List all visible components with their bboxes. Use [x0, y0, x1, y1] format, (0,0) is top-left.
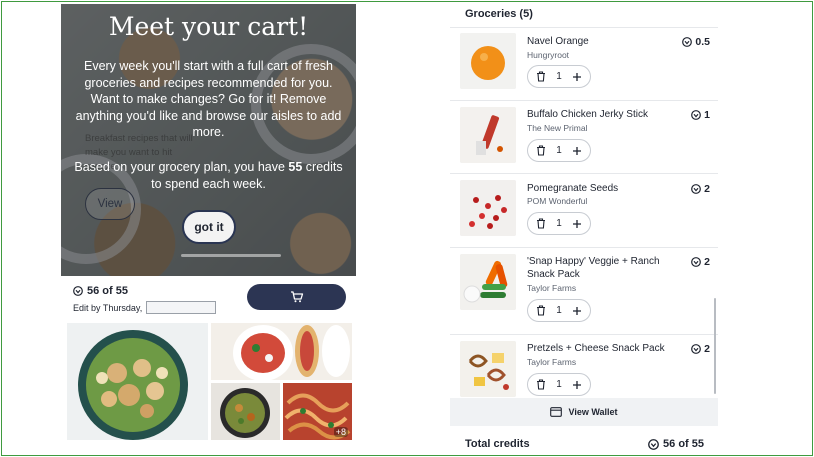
item-thumbnail[interactable]	[460, 107, 516, 163]
groceries-header: Groceries (5)	[465, 8, 533, 20]
divider	[450, 27, 718, 28]
item-credits: 1	[691, 109, 710, 121]
item-credits: 2	[691, 183, 710, 195]
divider	[450, 173, 718, 174]
plus-icon[interactable]	[571, 305, 583, 317]
total-credits-label: Total credits	[465, 438, 530, 450]
pretzels-cheese-image	[460, 341, 516, 397]
view-wallet-label: View Wallet	[568, 407, 618, 417]
orange-image	[460, 33, 516, 89]
item-name[interactable]: 'Snap Happy' Veggie + Ranch Snack Pack	[527, 256, 677, 281]
cart-icon	[290, 291, 303, 303]
item-brand: Taylor Farms	[527, 357, 577, 367]
credit-icon	[73, 286, 83, 296]
cart-credits-value: 56 of 55	[87, 285, 128, 297]
groceries-panel: Groceries (5) Navel Orange Hungryroot 0.…	[450, 0, 718, 457]
trash-icon[interactable]	[535, 71, 547, 83]
item-thumbnail[interactable]	[460, 254, 516, 310]
item-credits: 0.5	[682, 36, 710, 48]
onboarding-modal: Breakfast recipes that will make you wan…	[61, 4, 356, 276]
credit-icon	[691, 344, 702, 354]
item-credits-value: 1	[704, 109, 710, 121]
scrollbar[interactable]	[714, 298, 716, 394]
trash-icon[interactable]	[535, 218, 547, 230]
modal-body-text: Every week you'll start with a full cart…	[75, 59, 342, 139]
trash-icon[interactable]	[535, 379, 547, 391]
carousel-indicator	[181, 254, 281, 257]
divider	[450, 334, 718, 335]
item-brand: Taylor Farms	[527, 283, 577, 293]
plus-icon[interactable]	[571, 71, 583, 83]
quantity-stepper: 1	[527, 139, 591, 162]
item-thumbnail[interactable]	[460, 341, 516, 397]
quantity-value: 1	[556, 379, 562, 390]
total-credits-value: 56 of 55	[648, 438, 704, 450]
plus-icon[interactable]	[571, 145, 583, 157]
item-credits-value: 0.5	[695, 36, 710, 48]
jerky-image	[460, 107, 516, 163]
item-thumbnail[interactable]	[460, 33, 516, 89]
cart-button[interactable]	[247, 284, 346, 310]
item-name[interactable]: Buffalo Chicken Jerky Stick	[527, 109, 677, 122]
quantity-value: 1	[556, 305, 562, 316]
credit-icon	[648, 438, 659, 450]
redacted-date-box	[146, 301, 217, 314]
salad-image	[67, 323, 208, 440]
item-credits-value: 2	[704, 343, 710, 355]
recipe-image-salad[interactable]	[67, 323, 208, 440]
plus-icon[interactable]	[571, 379, 583, 391]
credit-icon	[691, 110, 702, 120]
credits-amount: 55	[288, 160, 303, 174]
item-credits-value: 2	[704, 256, 710, 268]
item-credits: 2	[691, 343, 710, 355]
tacos-image	[211, 323, 352, 380]
view-recipe-button[interactable]: View	[85, 188, 135, 220]
total-credits-number: 56 of 55	[663, 438, 704, 450]
plus-icon[interactable]	[571, 218, 583, 230]
item-brand: Hungryroot	[527, 50, 570, 60]
quantity-stepper: 1	[527, 373, 591, 396]
item-credits: 2	[691, 256, 710, 268]
wallet-icon	[550, 407, 563, 417]
trash-icon[interactable]	[535, 305, 547, 317]
skillet-image	[211, 383, 280, 440]
credit-icon	[691, 257, 702, 267]
quantity-value: 1	[556, 145, 562, 156]
item-name[interactable]: Navel Orange	[527, 36, 677, 49]
item-brand: POM Wonderful	[527, 196, 588, 206]
total-credits-row: Total credits 56 of 55	[465, 438, 704, 450]
edit-deadline: Edit by Thursday,	[73, 301, 217, 314]
cart-credits: 56 of 55	[73, 285, 128, 297]
credits-prefix: Based on your grocery plan, you have	[74, 160, 289, 174]
credit-icon	[691, 184, 702, 194]
edit-deadline-label: Edit by Thursday,	[73, 302, 143, 313]
quantity-value: 1	[556, 218, 562, 229]
view-wallet-button[interactable]: View Wallet	[450, 398, 718, 426]
item-credits-value: 2	[704, 183, 710, 195]
item-brand: The New Primal	[527, 123, 588, 133]
divider	[450, 100, 718, 101]
quantity-stepper: 1	[527, 65, 591, 88]
recipe-image-pasta[interactable]: +8	[283, 383, 352, 440]
got-it-button[interactable]: got it	[182, 210, 236, 244]
item-name[interactable]: Pretzels + Cheese Snack Pack	[527, 343, 677, 356]
quantity-value: 1	[556, 71, 562, 82]
credit-icon	[682, 37, 693, 47]
divider	[450, 247, 718, 248]
quantity-stepper: 1	[527, 212, 591, 235]
more-recipes-count[interactable]: +8	[333, 427, 348, 437]
recipe-image-tacos[interactable]	[211, 323, 352, 380]
trash-icon[interactable]	[535, 145, 547, 157]
quantity-stepper: 1	[527, 299, 591, 322]
veggie-pack-image	[460, 254, 516, 310]
modal-title: Meet your cart!	[108, 12, 309, 41]
pomegranate-image	[460, 180, 516, 236]
item-thumbnail[interactable]	[460, 180, 516, 236]
item-name[interactable]: Pomegranate Seeds	[527, 183, 677, 196]
recipe-image-skillet[interactable]	[211, 383, 280, 440]
